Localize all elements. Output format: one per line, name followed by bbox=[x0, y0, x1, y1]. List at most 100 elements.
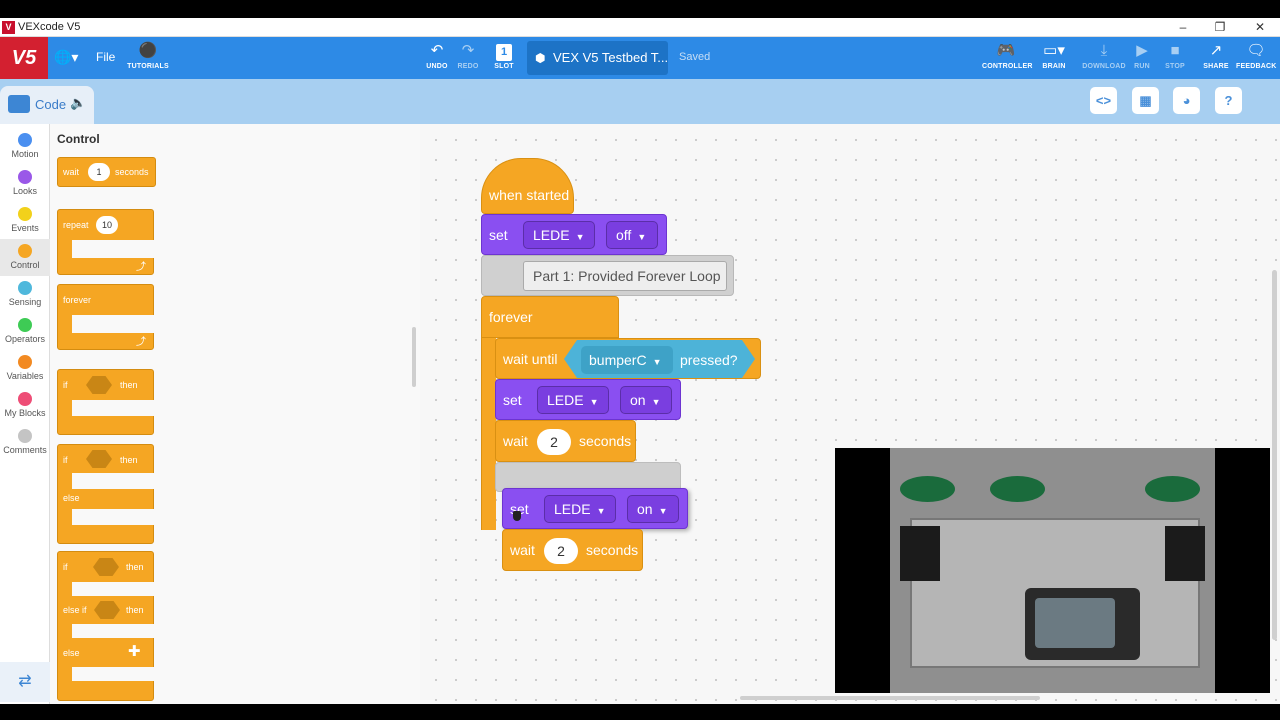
state-dropdown[interactable]: on ▼ bbox=[627, 495, 679, 523]
else-slot bbox=[72, 667, 154, 681]
category-looks[interactable]: Looks bbox=[0, 165, 50, 202]
else-slot bbox=[72, 509, 154, 525]
project-hexagon-icon: ⬢ bbox=[535, 51, 546, 65]
palette-heading: Control bbox=[57, 132, 100, 146]
download-button[interactable]: ⤓ DOWNLOAD bbox=[1082, 37, 1126, 79]
condition-slot[interactable] bbox=[86, 450, 112, 468]
main-toolbar: V5 🌐▾ File ⚫ TUTORIALS ↶ UNDO ↷ REDO 1 S… bbox=[0, 37, 1280, 79]
category-operators[interactable]: Operators bbox=[0, 313, 50, 350]
blocks-icon bbox=[8, 95, 30, 113]
add-branch-icon[interactable]: ✚ bbox=[128, 642, 141, 660]
palette-if-block[interactable]: if then bbox=[57, 369, 154, 435]
category-motion[interactable]: Motion bbox=[0, 128, 50, 165]
robot-image bbox=[890, 448, 1215, 693]
project-name[interactable]: ⬢ VEX V5 Testbed T... bbox=[527, 41, 668, 75]
category-dot bbox=[18, 133, 32, 147]
category-dot bbox=[18, 355, 32, 369]
if-slot bbox=[72, 473, 154, 489]
dragging-wait-block[interactable]: wait 2 seconds bbox=[502, 529, 643, 571]
palette-repeat-block[interactable]: repeat 10 ⤴ bbox=[57, 209, 154, 275]
palette-if-else-block[interactable]: if then else bbox=[57, 444, 154, 544]
code-viewer-icon[interactable]: <> bbox=[1090, 87, 1117, 114]
chevron-down-icon: ▼ bbox=[637, 232, 647, 242]
category-events[interactable]: Events bbox=[0, 202, 50, 239]
feedback-icon: 🗨 bbox=[1246, 42, 1266, 59]
workspace-h-scrollbar[interactable] bbox=[740, 696, 1040, 700]
loop-arrow-icon: ⤴ bbox=[136, 262, 146, 273]
category-list: Motion Looks Events Control Sensing Oper… bbox=[0, 124, 50, 704]
device-dropdown[interactable]: LEDE ▼ bbox=[544, 495, 616, 523]
feedback-button[interactable]: 🗨 FEEDBACK bbox=[1236, 37, 1276, 79]
category-my-blocks[interactable]: My Blocks bbox=[0, 387, 50, 424]
chevron-down-icon: ▼ bbox=[651, 397, 661, 407]
file-menu[interactable]: File bbox=[96, 50, 115, 64]
dragging-set-led-block[interactable]: set LEDE ▼ on ▼ bbox=[502, 488, 688, 529]
condition-slot[interactable] bbox=[93, 558, 119, 576]
slot-icon: 1 bbox=[490, 40, 518, 62]
condition-slot[interactable] bbox=[86, 376, 112, 394]
robot-motor bbox=[900, 526, 940, 581]
wait-until-block[interactable]: wait until bumperC ▼ pressed? bbox=[495, 338, 761, 379]
state-dropdown[interactable]: off ▼ bbox=[606, 221, 658, 249]
category-variables[interactable]: Variables bbox=[0, 350, 50, 387]
sensor-dropdown[interactable]: bumperC ▼ bbox=[581, 346, 673, 374]
category-dot bbox=[18, 244, 32, 258]
help-icon[interactable]: ? bbox=[1215, 87, 1242, 114]
comment-block[interactable]: Part 1: Provided Forever Loop bbox=[481, 255, 734, 296]
robot-brain-screen bbox=[1035, 598, 1115, 648]
bumper-pressed-block[interactable]: bumperC ▼ pressed? bbox=[564, 340, 755, 378]
close-button[interactable]: ✕ bbox=[1240, 19, 1280, 36]
palette-scrollbar[interactable] bbox=[412, 327, 416, 387]
device-dropdown[interactable]: LEDE ▼ bbox=[537, 386, 609, 414]
palette-wait-block[interactable]: wait 1 seconds bbox=[57, 157, 156, 187]
set-led-on-block[interactable]: set LEDE ▼ on ▼ bbox=[495, 379, 681, 420]
forever-block[interactable]: forever bbox=[481, 296, 619, 338]
speaker-icon[interactable]: 🔈 bbox=[70, 95, 86, 111]
condition-slot[interactable] bbox=[94, 601, 120, 619]
share-button[interactable]: ↗ SHARE bbox=[1202, 37, 1230, 79]
forever-block-arm bbox=[481, 338, 496, 530]
repeat-slot bbox=[72, 240, 154, 258]
elseif-slot bbox=[72, 624, 154, 638]
repeat-count-input[interactable]: 10 bbox=[96, 216, 118, 234]
device-dropdown[interactable]: LEDE ▼ bbox=[523, 221, 595, 249]
monitor-gauge-icon[interactable]: ◕ bbox=[1173, 87, 1200, 114]
run-button[interactable]: ▶ RUN bbox=[1130, 37, 1154, 79]
tab-code[interactable]: Code 🔈 bbox=[0, 86, 94, 124]
window-titlebar: V VEXcode V5 – ❐ ✕ bbox=[0, 18, 1280, 37]
language-globe-icon[interactable]: 🌐▾ bbox=[54, 49, 78, 66]
palette-if-elseif-block[interactable]: if then else if then else ✚ bbox=[57, 551, 154, 701]
set-led-off-block[interactable]: set LEDE ▼ off ▼ bbox=[481, 214, 667, 255]
wait-seconds-input[interactable]: 2 bbox=[544, 538, 578, 564]
chevron-down-icon: ▼ bbox=[596, 506, 606, 516]
category-comments[interactable]: Comments bbox=[0, 424, 50, 461]
undo-icon: ↶ bbox=[430, 42, 444, 59]
wait-seconds-block[interactable]: wait 2 seconds bbox=[495, 420, 636, 462]
wait-seconds-input[interactable]: 2 bbox=[537, 429, 571, 455]
download-icon: ⤓ bbox=[1100, 42, 1108, 59]
window-title: VEXcode V5 bbox=[18, 21, 81, 33]
stop-button[interactable]: ■ STOP bbox=[1162, 37, 1188, 79]
comment-text[interactable]: Part 1: Provided Forever Loop bbox=[523, 261, 727, 291]
redo-button[interactable]: ↷ REDO bbox=[454, 37, 482, 79]
undo-button[interactable]: ↶ UNDO bbox=[422, 37, 452, 79]
restore-button[interactable]: ❐ bbox=[1200, 19, 1240, 36]
state-dropdown[interactable]: on ▼ bbox=[620, 386, 672, 414]
robot-wheel bbox=[990, 476, 1045, 502]
block-palette: Control wait 1 seconds repeat 10 ⤴ forev… bbox=[50, 124, 420, 704]
tutorials-button[interactable]: ⚫ TUTORIALS bbox=[126, 37, 170, 79]
devices-icon[interactable]: ▦ bbox=[1132, 87, 1159, 114]
robot-video-feed bbox=[835, 448, 1270, 693]
workspace-v-scrollbar[interactable] bbox=[1272, 270, 1277, 640]
wait-seconds-input[interactable]: 1 bbox=[88, 163, 110, 181]
forever-slot bbox=[72, 315, 154, 333]
category-sensing[interactable]: Sensing bbox=[0, 276, 50, 313]
brain-button[interactable]: ▭▾ BRAIN bbox=[1034, 37, 1074, 79]
controller-button[interactable]: 🎮 CONTROLLER bbox=[982, 37, 1032, 79]
minimize-button[interactable]: – bbox=[1163, 19, 1203, 36]
palette-forever-block[interactable]: forever ⤴ bbox=[57, 284, 154, 350]
brain-monitor-icon: ▭▾ bbox=[1043, 42, 1065, 59]
slot-button[interactable]: 1 SLOT bbox=[490, 37, 518, 79]
extensions-icon[interactable]: ⇄ bbox=[0, 662, 50, 702]
category-control[interactable]: Control bbox=[0, 239, 50, 276]
